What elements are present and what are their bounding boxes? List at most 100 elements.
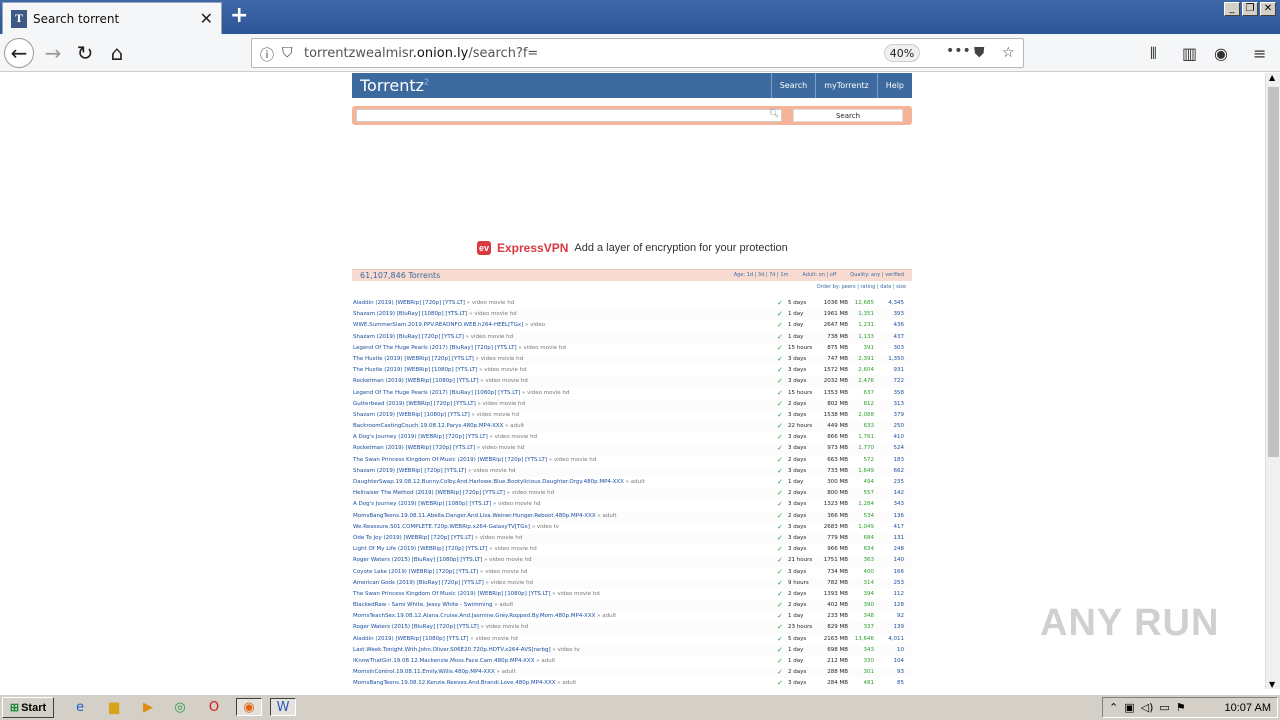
result-row[interactable]: Roger Waters (2015) [BluRay] [720p] [YTS… (352, 622, 912, 634)
result-title[interactable]: Gutterbead (2019) [WEBRip] [720p] [YTS.L… (353, 401, 525, 407)
ie-icon[interactable]: e (70, 698, 90, 716)
result-category[interactable]: » adult (597, 513, 616, 519)
result-row[interactable]: Rocketman (2019) [WEBRip] [720p] [YTS.LT… (352, 443, 912, 455)
network-icon[interactable]: ▣ (1124, 701, 1134, 714)
result-row[interactable]: Coyote Lake (2019) [WEBRip] [720p] [YTS.… (352, 567, 912, 578)
result-title[interactable]: Roger Waters (2015) [BluRay] [1080p] [YT… (353, 557, 532, 563)
sidebar-icon[interactable]: ▥ (1182, 44, 1197, 63)
result-row[interactable]: A Dog's Journey (2019) [WEBRip] [1080p] … (352, 499, 912, 510)
result-row[interactable]: American Gods (2019) [BluRay] [720p] [YT… (352, 577, 912, 589)
result-title[interactable]: The Hustle (2019) [WEBRip] [1080p] [YTS.… (353, 367, 527, 373)
explorer-folder-icon[interactable]: ▆ (104, 698, 124, 716)
result-title[interactable]: DaughterSwap.19.08.12.Bunny.Colby.And.Ha… (353, 479, 645, 485)
result-category[interactable]: » video movie hd (466, 334, 514, 340)
result-category[interactable]: » adult (557, 680, 576, 686)
result-category[interactable]: » adult (494, 602, 513, 608)
result-title[interactable]: Legend Of The Huge Pearls (2017) [BluRay… (353, 345, 566, 351)
minimize-icon[interactable]: _ (1224, 2, 1240, 16)
result-title[interactable]: Aladdin (2019) [WEBRip] [1080p] [YTS.LT]… (353, 636, 518, 642)
result-category[interactable]: » video movie hd (468, 468, 516, 474)
result-row[interactable]: Rocketman (2019) [WEBRip] [1080p] [YTS.L… (352, 376, 912, 388)
word-taskbar-icon[interactable]: W (270, 698, 296, 716)
expressvpn-ad[interactable]: ev ExpressVPN Add a layer of encryption … (477, 241, 788, 255)
result-title[interactable]: BlackedRaw - Sami White, Jessy White - S… (353, 602, 513, 608)
result-row[interactable]: BackroomCastingCouch.19.08.12.Parys.480p… (352, 421, 912, 433)
result-row[interactable]: Shazam (2019) [WEBRip] [1080p] [YTS.LT] … (352, 410, 912, 421)
result-category[interactable]: » adult (505, 423, 524, 429)
result-row[interactable]: Shazam (2019) [BluRay] [1080p] [YTS.LT] … (352, 309, 912, 321)
result-category[interactable]: » video movie hd (481, 624, 529, 630)
result-title[interactable]: Rocketman (2019) [WEBRip] [720p] [YTS.LT… (353, 445, 524, 451)
result-row[interactable]: The Swan Princess Kingdom Of Music (2019… (352, 589, 912, 600)
volume-icon[interactable]: ◁) (1141, 701, 1154, 714)
site-logo[interactable]: Torrentz2 (360, 76, 429, 95)
result-title[interactable]: WWE.SummerSlam.2019.PPV.READNFO.WEB.h264… (353, 322, 545, 328)
result-row[interactable]: Hellraiser The Method (2019) [WEBRip] [7… (352, 488, 912, 500)
scrollbar-thumb[interactable] (1268, 87, 1279, 457)
opera-icon[interactable]: O (204, 698, 224, 716)
quality-filter[interactable]: Quality: any | verified (850, 272, 904, 278)
result-category[interactable]: » video movie hd (478, 401, 526, 407)
result-title[interactable]: American Gods (2019) [BluRay] [720p] [YT… (353, 580, 533, 586)
result-row[interactable]: DaughterSwap.19.08.12.Bunny.Colby.And.Ha… (352, 477, 912, 488)
result-title[interactable]: The Swan Princess Kingdom Of Music (2019… (353, 457, 596, 463)
forward-button[interactable]: → (38, 38, 68, 68)
result-row[interactable]: WWE.SummerSlam.2019.PPV.READNFO.WEB.h264… (352, 320, 912, 331)
vertical-scrollbar[interactable]: ▲ ▼ (1265, 73, 1280, 689)
result-title[interactable]: Shazam (2019) [BluRay] [720p] [YTS.LT] »… (353, 334, 513, 340)
result-row[interactable]: MomsTeachSex.19.08.12.Alana.Cruise.And.J… (352, 611, 912, 622)
result-row[interactable]: Light Of My Life (2019) [WEBRip] [720p] … (352, 544, 912, 555)
result-category[interactable]: » video movie hd (470, 636, 518, 642)
result-row[interactable]: Shazam (2019) [WEBRip] [720p] [YTS.LT] »… (352, 465, 912, 477)
media-player-icon[interactable]: ▶ (138, 698, 158, 716)
close-window-icon[interactable]: ✕ (1260, 2, 1276, 16)
result-title[interactable]: Last.Week.Tonight.With.John.Oliver.S06E2… (353, 647, 580, 653)
result-row[interactable]: IKnowThatGirl.19.08.12.Mackenzie.Moss.Fa… (352, 656, 912, 667)
result-title[interactable]: Hellraiser The Method (2019) [WEBRip] [7… (353, 490, 554, 496)
start-button[interactable]: ⊞ Start (2, 697, 54, 718)
result-category[interactable]: » video movie hd (472, 412, 520, 418)
result-title[interactable]: Roger Waters (2015) [BluRay] [720p] [YTS… (353, 624, 528, 630)
result-category[interactable]: » video movie hd (480, 378, 528, 384)
result-category[interactable]: » video tv (552, 647, 579, 653)
result-row[interactable]: The Swan Princess Kingdom Of Music (2019… (352, 455, 912, 466)
result-category[interactable]: » video movie hd (469, 311, 517, 317)
result-category[interactable]: » adult (626, 479, 645, 485)
result-title[interactable]: The Hustle (2019) [WEBRip] [720p] [YTS.L… (353, 356, 523, 362)
result-title[interactable]: MomsTeachSex.19.08.12.Alana.Cruise.And.J… (353, 613, 616, 619)
reload-button[interactable]: ↻ (70, 38, 100, 68)
result-category[interactable]: » video movie hd (476, 356, 524, 362)
result-row[interactable]: BlackedRaw - Sami White, Jessy White - S… (352, 600, 912, 612)
result-title[interactable]: IKnowThatGirl.19.08.12.Mackenzie.Moss.Fa… (353, 658, 555, 664)
result-title[interactable]: Coyote Lake (2019) [WEBRip] [720p] [YTS.… (353, 569, 527, 575)
result-category[interactable]: » video movie hd (475, 535, 523, 541)
result-title[interactable]: Rocketman (2019) [WEBRip] [1080p] [YTS.L… (353, 378, 528, 384)
result-title[interactable]: The Swan Princess Kingdom Of Music (2019… (353, 591, 600, 597)
result-title[interactable]: We.Reassure.S01.COMPLETE.720p.WEBRip.x26… (353, 524, 559, 530)
close-tab-icon[interactable]: ✕ (200, 9, 213, 28)
result-row[interactable]: A Dog's Journey (2019) [WEBRip] [720p] [… (352, 432, 912, 443)
result-row[interactable]: Shazam (2019) [BluRay] [720p] [YTS.LT] »… (352, 331, 912, 343)
result-title[interactable]: BackroomCastingCouch.19.08.12.Parys.480p… (353, 423, 524, 429)
result-row[interactable]: MomsBangTeens.19.08.11.Abella.Danger.And… (352, 510, 912, 522)
result-title[interactable]: Shazam (2019) [BluRay] [1080p] [YTS.LT] … (353, 311, 517, 317)
result-category[interactable]: » video movie hd (549, 457, 597, 463)
chrome-icon[interactable]: ◎ (170, 698, 190, 716)
info-icon[interactable]: ⓘ (260, 45, 274, 65)
result-title[interactable]: Legend Of The Huge Pearls (2017) [BluRay… (353, 390, 569, 396)
result-category[interactable]: » video movie hd (522, 390, 570, 396)
home-button[interactable]: ⌂ (102, 38, 132, 68)
nav-help[interactable]: Help (876, 73, 912, 98)
result-category[interactable]: » video movie hd (489, 546, 537, 552)
bookmark-star-icon[interactable]: ☆ (1002, 45, 1015, 61)
result-row[interactable]: Aladdin (2019) [WEBRip] [720p] [YTS.LT] … (352, 298, 912, 309)
tab-search-torrent[interactable]: T Search torrent ✕ (2, 2, 222, 34)
zoom-level-badge[interactable]: 40% (884, 44, 920, 62)
result-category[interactable]: » video movie hd (507, 490, 555, 496)
nav-search[interactable]: Search (770, 73, 815, 98)
result-row[interactable]: Legend Of The Huge Pearls (2017) [BluRay… (352, 343, 912, 354)
result-category[interactable]: » video movie hd (480, 569, 528, 575)
scroll-down-icon[interactable]: ▼ (1269, 680, 1275, 689)
result-title[interactable]: Shazam (2019) [WEBRip] [1080p] [YTS.LT] … (353, 412, 519, 418)
result-row[interactable]: Last.Week.Tonight.With.John.Oliver.S06E2… (352, 644, 912, 656)
